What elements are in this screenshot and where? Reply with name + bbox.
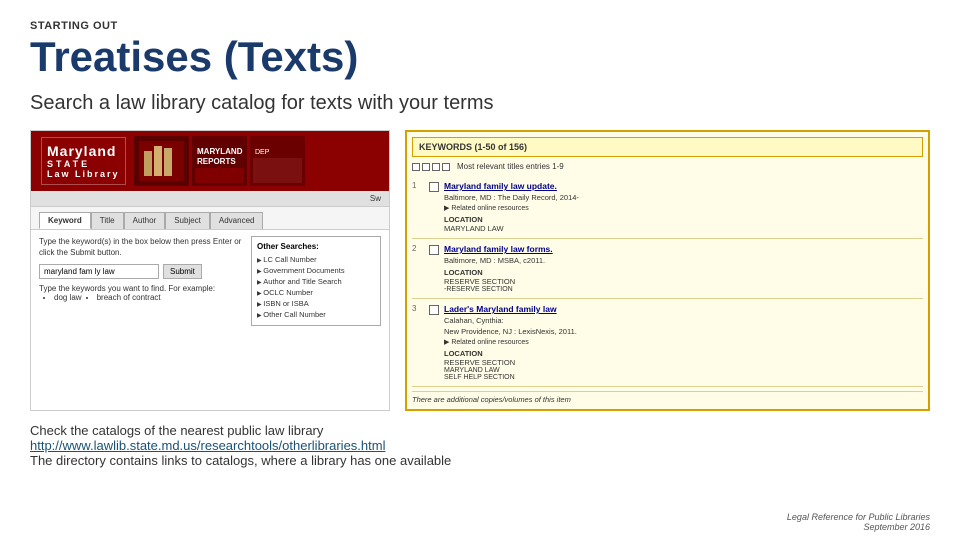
catalog-header: Maryland STATE Law Library: [31, 131, 389, 191]
footer-line2: September 2016: [787, 522, 930, 532]
search-bar-area: Sw: [31, 191, 389, 207]
subtitle: Search a law library catalog for texts w…: [30, 92, 930, 115]
result-item-2: 2 Maryland family law forms. Baltimore, …: [412, 239, 923, 299]
header-img-2: MARYLAND REPORTS: [192, 136, 247, 186]
other-search-call[interactable]: Other Call Number: [257, 309, 375, 320]
location-value-1: MARYLAND LAW: [444, 224, 923, 233]
tab-subject[interactable]: Subject: [165, 212, 210, 229]
result-number-1: 1: [412, 181, 424, 233]
library-link[interactable]: http://www.lawlib.state.md.us/researchto…: [30, 438, 385, 453]
bottom-line1: Check the catalogs of the nearest public…: [30, 423, 930, 438]
bottom-text: Check the catalogs of the nearest public…: [30, 423, 930, 468]
other-search-gov[interactable]: Government Documents: [257, 265, 375, 276]
result-checkbox-2[interactable]: [429, 245, 439, 255]
footer: Legal Reference for Public Libraries Sep…: [787, 512, 930, 532]
result-meta-3b: New Providence, NJ : LexisNexis, 2011.: [444, 327, 923, 336]
examples-list: dog law breach of contract: [54, 293, 243, 302]
footer-line1: Legal Reference for Public Libraries: [787, 512, 930, 522]
catalog-instruction: Type the keyword(s) in the box below the…: [39, 236, 243, 258]
result-number-2: 2: [412, 244, 424, 293]
result-meta-1: Baltimore, MD : The Daily Record, 2014-: [444, 193, 923, 202]
result-title-1[interactable]: Maryland family law update.: [444, 181, 923, 191]
catalog-main: Type the keyword(s) in the box below the…: [39, 236, 243, 326]
mini-checkbox-3[interactable]: [432, 163, 440, 171]
svg-text:REPORTS: REPORTS: [197, 157, 236, 166]
location-label-1: LOCATION: [444, 215, 923, 224]
result-title-2[interactable]: Maryland family law forms.: [444, 244, 923, 254]
result-online-1[interactable]: ▶ Related online resources: [444, 204, 923, 212]
tab-keyword[interactable]: Keyword: [39, 212, 91, 229]
result-title-3[interactable]: Lader's Maryland family law: [444, 304, 923, 314]
result-content-3: Lader's Maryland family law Calahan, Cyn…: [444, 304, 923, 381]
location-label-3: LOCATION: [444, 349, 923, 358]
results-header: KEYWORDS (1-50 of 156): [412, 137, 923, 157]
library-logo: Maryland STATE Law Library: [41, 137, 126, 185]
header-img-1: [134, 136, 189, 186]
results-subheader: Most relevant titles entries 1-9: [412, 162, 923, 171]
other-searches-title: Other Searches:: [257, 242, 375, 251]
catalog-search-input[interactable]: [39, 264, 159, 279]
main-title: Treatises (Texts): [30, 34, 930, 80]
result-item-1: 1 Maryland family law update. Baltimore,…: [412, 176, 923, 239]
content-area: Maryland STATE Law Library: [30, 130, 930, 411]
result-meta-2: Baltimore, MD : MSBA, c2011.: [444, 256, 923, 265]
checkboxes-row: [412, 163, 450, 171]
other-search-oclc[interactable]: OCLC Number: [257, 287, 375, 298]
svg-text:DEP: DEP: [255, 149, 270, 156]
catalog-examples: Type the keywords you want to find. For …: [39, 284, 243, 302]
reserve-label-3b: SELF HELP SECTION: [444, 374, 923, 381]
result-content-2: Maryland family law forms. Baltimore, MD…: [444, 244, 923, 293]
header-img-svg-1: [134, 136, 189, 186]
result-online-3[interactable]: ▶ Related online resources: [444, 338, 923, 346]
results-subheader-text: Most relevant titles entries 1-9: [457, 162, 564, 171]
other-search-isbn[interactable]: ISBN or ISBA: [257, 298, 375, 309]
tab-title[interactable]: Title: [91, 212, 124, 229]
additional-copies: There are additional copies/volumes of t…: [412, 391, 923, 404]
search-bar-text: Sw: [370, 194, 381, 203]
other-search-author-title[interactable]: Author and Title Search: [257, 276, 375, 287]
mini-checkbox-2[interactable]: [422, 163, 430, 171]
examples-label: Type the keywords you want to find. For …: [39, 284, 215, 293]
location-value-2: RESERVE SECTION: [444, 277, 923, 286]
example-2: breach of contract: [97, 293, 161, 302]
result-meta-3a: Calahan, Cynthia:: [444, 316, 923, 325]
result-checkbox-1[interactable]: [429, 182, 439, 192]
header-img-3: DEP: [250, 136, 305, 186]
result-content-1: Maryland family law update. Baltimore, M…: [444, 181, 923, 233]
results-panel: KEYWORDS (1-50 of 156) Most relevant tit…: [405, 130, 930, 411]
reserve-label-2: -RESERVE SECTION: [444, 286, 923, 293]
catalog-submit-button[interactable]: Submit: [163, 264, 202, 279]
reserve-label-3a: MARYLAND LAW: [444, 367, 923, 374]
logo-maryland: Maryland: [47, 143, 120, 159]
tab-author[interactable]: Author: [124, 212, 166, 229]
catalog-search-row: Submit: [39, 264, 243, 279]
mini-checkbox-1[interactable]: [412, 163, 420, 171]
header-img-svg-3: DEP: [250, 136, 305, 186]
other-search-lc[interactable]: LC Call Number: [257, 254, 375, 265]
location-value-3a: RESERVE SECTION: [444, 358, 923, 367]
catalog-body: Type the keyword(s) in the box below the…: [31, 230, 389, 332]
other-searches-panel: Other Searches: LC Call Number Governmen…: [251, 236, 381, 326]
catalog-tabs: Keyword Title Author Subject Advanced: [31, 207, 389, 230]
example-1: dog law: [54, 293, 82, 302]
starting-out-label: STARTING OUT: [30, 20, 930, 32]
bottom-line2: The directory contains links to catalogs…: [30, 453, 930, 468]
tab-advanced[interactable]: Advanced: [210, 212, 264, 229]
logo-law-library: Law Library: [47, 169, 120, 179]
svg-text:MARYLAND: MARYLAND: [197, 147, 243, 156]
catalog-screenshot: Maryland STATE Law Library: [30, 130, 390, 411]
location-label-2: LOCATION: [444, 268, 923, 277]
result-number-3: 3: [412, 304, 424, 381]
result-item-3: 3 Lader's Maryland family law Calahan, C…: [412, 299, 923, 387]
main-container: STARTING OUT Treatises (Texts) Search a …: [0, 0, 960, 478]
header-images: MARYLAND REPORTS DEP: [134, 136, 305, 186]
result-checkbox-3[interactable]: [429, 305, 439, 315]
header-img-svg-2: MARYLAND REPORTS: [192, 136, 247, 186]
mini-checkbox-4[interactable]: [442, 163, 450, 171]
other-searches-list: LC Call Number Government Documents Auth…: [257, 254, 375, 320]
logo-state: STATE: [47, 159, 120, 169]
